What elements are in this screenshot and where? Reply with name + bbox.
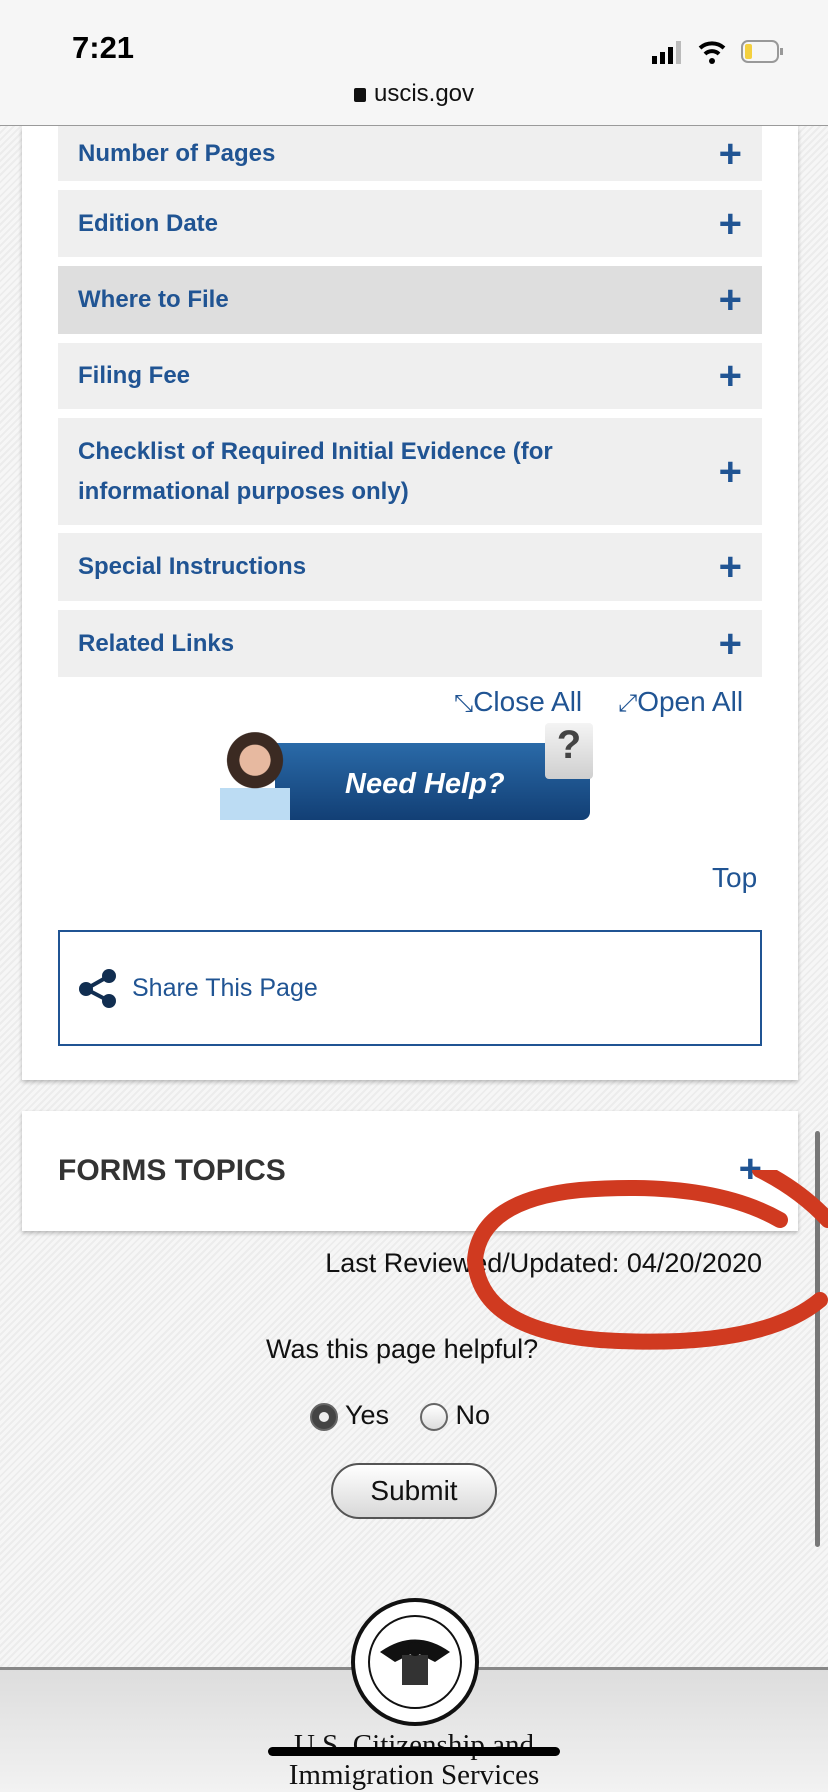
radio-yes-label: Yes	[345, 1400, 390, 1430]
accordion-number-of-pages[interactable]: Number of Pages +	[58, 126, 762, 181]
accordion-label: Where to File	[78, 286, 229, 313]
accordion-label: Checklist of Required Initial Evidence (…	[78, 437, 553, 505]
share-label: Share This Page	[132, 973, 318, 1002]
plus-icon: +	[718, 201, 742, 246]
agency-name: U.S. Citizenship and Immigration Services	[288, 1729, 540, 1791]
collapse-icon: ⤡	[454, 690, 474, 717]
plus-icon: +	[718, 449, 742, 494]
status-bar: 7:21 uscis.gov	[0, 0, 828, 126]
accordion-related-links[interactable]: Related Links +	[58, 610, 762, 677]
battery-icon	[741, 40, 783, 63]
accordion-label: Special Instructions	[78, 553, 307, 580]
accordion-label: Edition Date	[78, 209, 219, 237]
accordion-checklist[interactable]: Checklist of Required Initial Evidence (…	[58, 418, 762, 525]
accordion-label: Related Links	[78, 629, 235, 657]
accordion-where-to-file[interactable]: Where to File +	[58, 266, 762, 334]
wifi-icon	[698, 41, 726, 56]
radio-no[interactable]: No	[420, 1400, 490, 1431]
plus-icon: +	[718, 545, 742, 589]
plus-icon: +	[718, 354, 742, 398]
close-all-button[interactable]: ⤡Close All	[454, 686, 582, 718]
red-annotation-circle	[466, 1170, 828, 1350]
plus-icon: +	[718, 621, 742, 666]
submit-button[interactable]: Submit	[331, 1463, 497, 1519]
lock-icon	[353, 88, 366, 102]
open-all-label: Open All	[637, 686, 744, 717]
annotation-underline	[268, 1747, 560, 1756]
url-text: uscis.gov	[373, 80, 475, 107]
dhs-seal-logo	[351, 1598, 479, 1726]
share-button[interactable]: Share This Page	[58, 930, 762, 1046]
accordion-special-instructions[interactable]: Special Instructions +	[58, 533, 762, 601]
forms-topics-title: FORMS TOPICS	[58, 1154, 286, 1187]
share-icon	[79, 969, 116, 1008]
plus-icon: +	[718, 278, 742, 322]
address-bar[interactable]: uscis.gov	[0, 80, 828, 108]
clock: 7:21	[72, 30, 135, 65]
accordion-label: Number of Pages	[78, 139, 276, 167]
plus-icon: +	[718, 131, 742, 176]
accordion-edition-date[interactable]: Edition Date +	[58, 190, 762, 257]
status-icons	[652, 40, 783, 64]
radio-button[interactable]	[420, 1402, 448, 1431]
accordion-filing-fee[interactable]: Filing Fee +	[58, 343, 762, 409]
question-bubble-icon: ?	[545, 723, 593, 779]
radio-no-label: No	[455, 1400, 491, 1430]
accordion-label: Filing Fee	[78, 362, 191, 389]
need-help-banner[interactable]: Need Help? ?	[220, 723, 602, 820]
radio-yes[interactable]: Yes	[310, 1400, 389, 1431]
close-all-label: Close All	[473, 686, 583, 717]
signal-icon	[652, 41, 681, 64]
open-all-button[interactable]: ⤢Open All	[618, 686, 743, 718]
radio-button[interactable]	[310, 1402, 338, 1431]
agent-avatar	[220, 728, 290, 820]
top-link[interactable]: Top	[712, 862, 757, 894]
expand-icon: ⤢	[618, 690, 638, 717]
need-help-label: Need Help?	[345, 768, 505, 800]
